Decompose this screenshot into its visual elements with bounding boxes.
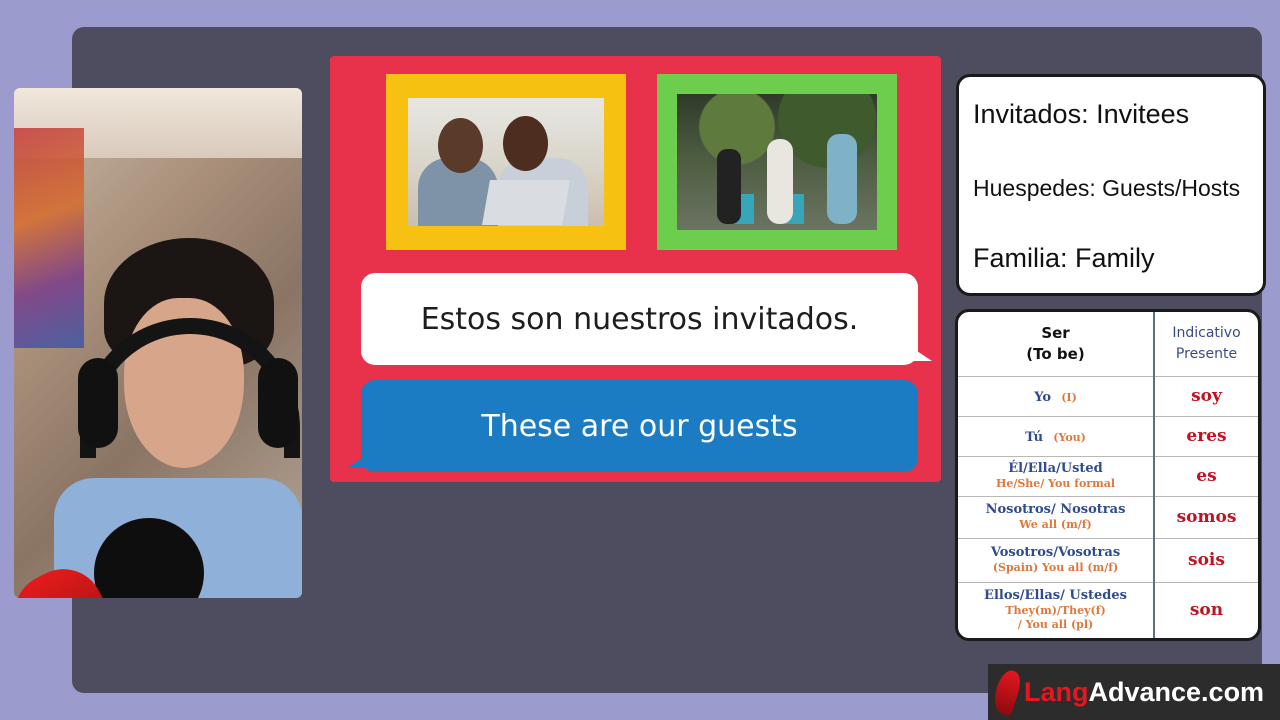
english-sentence: These are our guests — [481, 408, 798, 444]
family-photo-frame — [386, 74, 626, 250]
verb-form: eres — [1154, 416, 1258, 457]
photo-person — [717, 149, 741, 224]
conjugation-table: Ser (To be) Indicativo Presente Yo (I) s… — [955, 309, 1261, 641]
vocab-item: Familia: Family — [973, 243, 1155, 273]
photo-head — [438, 118, 483, 173]
family-photo — [408, 98, 604, 226]
feather-icon — [989, 667, 1025, 717]
vocab-item: Invitados: Invitees — [973, 99, 1190, 129]
brand-prefix: Lang — [1024, 676, 1089, 707]
vocab-item: Huespedes: Guests/Hosts — [973, 175, 1241, 201]
table-row: Nosotros/ Nosotras We all (m/f) somos — [958, 496, 1258, 539]
pronoun: Tú — [1025, 430, 1044, 445]
webcam-feed — [14, 88, 302, 598]
photo-head — [503, 116, 548, 171]
table-header-row: Ser (To be) Indicativo Presente — [958, 312, 1258, 377]
pronoun-cell: Él/Ella/Usted He/She/ You formal — [958, 456, 1155, 497]
brand-logo: LangAdvance.com — [988, 664, 1280, 720]
party-photo-frame — [657, 74, 897, 250]
english-sentence-bubble: These are our guests — [347, 380, 918, 472]
headphone-earcup-left — [78, 358, 118, 448]
header-verb: Ser — [1041, 323, 1070, 342]
pronoun-english: He/She/ You formal — [995, 477, 1116, 490]
pronoun-cell: Yo (I) — [958, 376, 1155, 417]
spanish-sentence: Estos son nuestros invitados. — [420, 301, 859, 337]
photo-laptop — [482, 180, 570, 225]
pronoun-english: They(m)/They(f) — [1005, 604, 1106, 618]
verb-form: son — [1189, 600, 1224, 621]
pronoun-english: We all (m/f) — [1019, 518, 1092, 531]
photo-person — [827, 134, 857, 224]
spanish-sentence-bubble: Estos son nuestros invitados. — [361, 273, 932, 365]
verb-form: soy — [1154, 376, 1258, 417]
party-guests-photo — [677, 94, 877, 230]
header-tense-mood: Indicativo — [1172, 324, 1241, 341]
pronoun: Nosotros/ Nosotras — [985, 502, 1126, 517]
pronoun-english: (Spain) You all (m/f) — [992, 561, 1119, 574]
brand-name: LangAdvance.com — [1024, 677, 1264, 708]
header-tense: Presente — [1175, 345, 1238, 362]
verb-form: es — [1154, 456, 1258, 497]
brand-suffix: Advance.com — [1088, 676, 1265, 707]
table-row: Él/Ella/Usted He/She/ You formal es — [958, 456, 1258, 497]
photo-person — [767, 139, 793, 224]
lesson-card: Estos son nuestros invitados. These are … — [330, 56, 941, 482]
verb-form: somos — [1154, 496, 1258, 539]
table-row: Ellos/Ellas/ Ustedes They(m)/They(f) / Y… — [958, 582, 1258, 638]
verb-form: sois — [1154, 538, 1258, 583]
pronoun-cell: Ellos/Ellas/ Ustedes They(m)/They(f) / Y… — [958, 582, 1155, 638]
table-row: Yo (I) soy — [958, 376, 1258, 417]
vocabulary-card: Invitados: Invitees Huespedes: Guests/Ho… — [956, 74, 1266, 296]
pronoun: Él/Ella/Usted — [1008, 461, 1103, 476]
table-row: Vosotros/Vosotras (Spain) You all (m/f) … — [958, 538, 1258, 583]
header-verb-cell: Ser (To be) — [958, 312, 1155, 377]
header-verb-translation: (To be) — [1026, 344, 1085, 363]
header-tense-cell: Indicativo Presente — [1154, 312, 1258, 377]
pronoun-english: (I) — [1061, 391, 1077, 404]
table-row: Tú (You) eres — [958, 416, 1258, 457]
pronoun-cell: Tú (You) — [958, 416, 1155, 457]
pronoun-english: (You) — [1053, 431, 1086, 444]
wall-art — [14, 128, 84, 348]
pronoun-english: / You all (pl) — [1017, 618, 1094, 632]
pronoun: Ellos/Ellas/ Ustedes — [984, 588, 1127, 604]
pronoun: Yo — [1034, 390, 1052, 405]
pronoun-cell: Nosotros/ Nosotras We all (m/f) — [958, 496, 1155, 539]
pronoun: Vosotros/Vosotras — [990, 545, 1121, 560]
headphone-earcup-right — [258, 358, 298, 448]
pronoun-cell: Vosotros/Vosotras (Spain) You all (m/f) — [958, 538, 1155, 583]
